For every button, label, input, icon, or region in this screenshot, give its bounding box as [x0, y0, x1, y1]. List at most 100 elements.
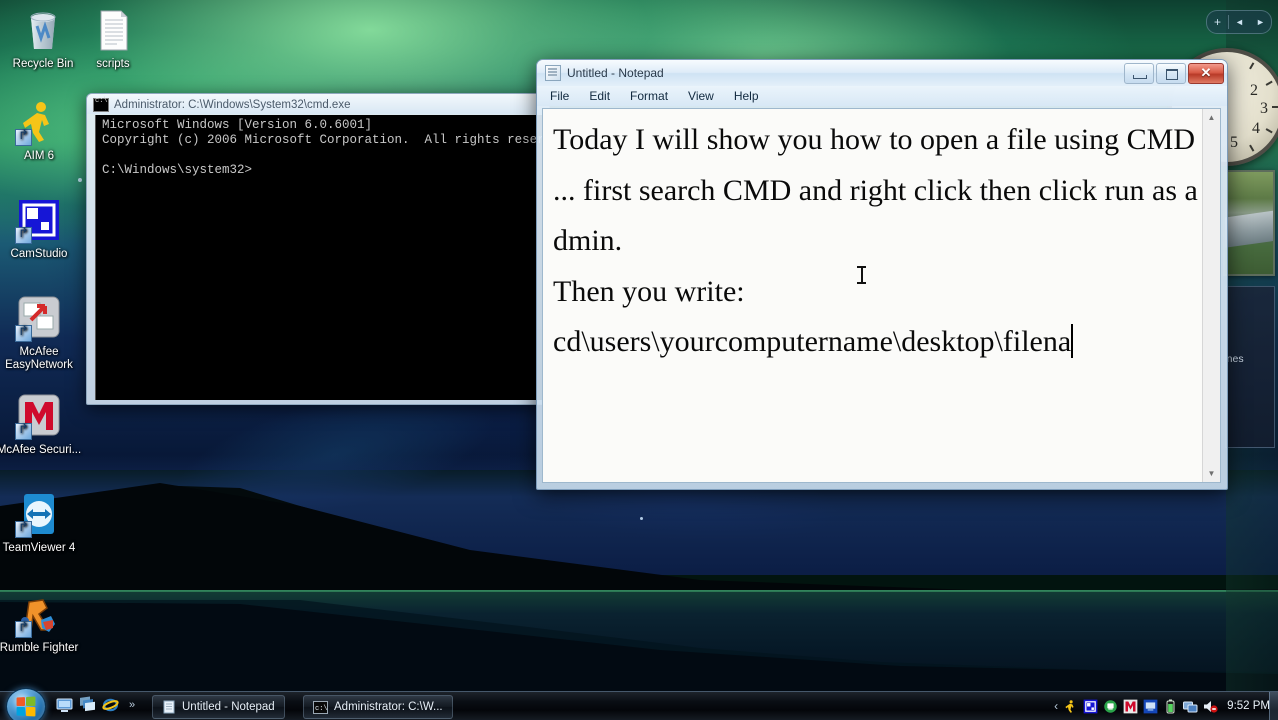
minimize-icon [1133, 75, 1147, 79]
menu-file[interactable]: File [547, 88, 572, 104]
windows-logo-icon [17, 696, 36, 716]
clock-numeral: 5 [1230, 134, 1238, 152]
notepad-titlebar[interactable]: Untitled - Notepad ✕ [537, 60, 1227, 86]
shortcut-overlay-icon [15, 423, 32, 440]
shortcut-overlay-icon [15, 325, 32, 342]
desktop-icon-label: TeamViewer 4 [0, 542, 82, 555]
network-icon[interactable] [1183, 699, 1198, 714]
close-icon: ✕ [1189, 64, 1223, 83]
flip3d-icon[interactable] [79, 696, 96, 713]
close-button[interactable]: ✕ [1188, 63, 1224, 84]
clock-tick [1266, 81, 1273, 86]
notepad-document-icon [545, 65, 561, 81]
notepad-document-icon [162, 700, 176, 714]
clock-numeral: 3 [1260, 100, 1268, 118]
mcafee-easynetwork-icon [15, 294, 63, 342]
clock-numeral: 2 [1250, 82, 1258, 100]
scroll-down-button[interactable]: ▼ [1203, 465, 1220, 482]
mcafee-security-icon [15, 392, 63, 440]
show-desktop-button[interactable] [1269, 692, 1278, 720]
mcafee-tray-icon[interactable] [1123, 699, 1138, 714]
cmd-titlebar[interactable]: Administrator: C:\Windows\System32\cmd.e… [87, 94, 549, 114]
desktop-icon-label: McAfee Securi... [0, 444, 82, 457]
previous-gadget-button[interactable]: ◄ [1229, 17, 1250, 27]
camstudio-tray-icon[interactable] [1083, 699, 1098, 714]
notepad-client-area: Today I will show you how to open a file… [542, 108, 1221, 483]
slideshow-photo [1223, 210, 1275, 248]
teamviewer-icon [15, 490, 63, 538]
sidebar-gadget-toolbar: + ◄ ► [1206, 10, 1272, 34]
taskbar-clock[interactable]: 9:52 PM [1227, 700, 1270, 712]
notepad-text-area[interactable]: Today I will show you how to open a file… [543, 109, 1202, 482]
minimize-button[interactable] [1124, 63, 1154, 84]
internet-explorer-icon[interactable] [102, 696, 119, 713]
quick-launch-bar: » [56, 696, 135, 713]
shortcut-overlay-icon [15, 129, 32, 146]
battery-icon[interactable] [1163, 699, 1178, 714]
start-button[interactable] [6, 688, 46, 720]
desktop-icon-teamviewer[interactable]: TeamViewer 4 [0, 490, 82, 555]
maximize-icon [1166, 69, 1178, 80]
notepad-menubar: File Edit Format View Help [537, 86, 1227, 106]
teamviewer-tray-icon[interactable] [1103, 699, 1118, 714]
text-document-icon [89, 6, 137, 54]
taskbar-button-label: Untitled - Notepad [182, 701, 275, 713]
notepad-scrollbar[interactable]: ▲ ▼ [1202, 109, 1220, 482]
taskbar-button-notepad[interactable]: Untitled - Notepad [152, 695, 285, 719]
shortcut-overlay-icon [15, 521, 32, 538]
camstudio-icon [15, 196, 63, 244]
quick-launch-overflow-icon[interactable]: » [129, 699, 135, 711]
water-reflection [0, 600, 1278, 692]
show-desktop-icon[interactable] [56, 696, 73, 713]
menu-edit[interactable]: Edit [586, 88, 613, 104]
tray-expand-icon[interactable]: ‹ [1054, 699, 1058, 713]
shortcut-overlay-icon [15, 227, 32, 244]
feed-headlines-gadget[interactable]: lines [1225, 286, 1275, 448]
window-controls: ✕ [1124, 63, 1224, 84]
clock-numeral: 4 [1252, 120, 1260, 138]
clock-tick [1249, 62, 1254, 69]
desktop-icon-label: CamStudio [0, 248, 82, 261]
clock-tick [1266, 128, 1273, 133]
volume-muted-icon[interactable] [1203, 699, 1218, 714]
desktop-icon-label: Rumble Fighter [0, 642, 82, 655]
network-center-tray-icon[interactable] [1143, 699, 1158, 714]
aim-tray-icon[interactable] [1063, 699, 1078, 714]
taskbar: » Untitled - Notepad c:\ Administrator: … [0, 691, 1278, 720]
taskbar-button-cmd[interactable]: c:\ Administrator: C:\W... [303, 695, 453, 719]
desktop-icon-scripts[interactable]: scripts [70, 6, 156, 71]
desktop-icon-mcafee-security[interactable]: McAfee Securi... [0, 392, 82, 457]
slideshow-gadget[interactable] [1223, 170, 1275, 276]
notepad-window[interactable]: Untitled - Notepad ✕ File Edit Format Vi… [536, 59, 1228, 490]
desktop-icon-camstudio[interactable]: CamStudio [0, 196, 82, 261]
desktop-icon-label: scripts [70, 58, 156, 71]
desktop-icon-label: McAfee EasyNetwork [0, 346, 82, 372]
rumble-fighter-icon [15, 590, 63, 638]
cmd-window[interactable]: Administrator: C:\Windows\System32\cmd.e… [86, 93, 550, 405]
system-tray: ‹ 9:52 PM [1054, 695, 1274, 717]
desktop-icon-rumble-fighter[interactable]: Rumble Fighter [0, 590, 82, 655]
svg-text:c:\: c:\ [315, 705, 328, 713]
aim-running-man-icon [15, 98, 63, 146]
desktop-icon-label: AIM 6 [0, 150, 82, 163]
add-gadget-button[interactable]: + [1207, 15, 1228, 29]
windows-sidebar: + ◄ ► 2 3 4 5 lines [1226, 0, 1278, 692]
scroll-up-button[interactable]: ▲ [1203, 109, 1220, 126]
cmd-console-icon: c:\ [313, 701, 328, 714]
desktop-icon-aim6[interactable]: AIM 6 [0, 98, 82, 163]
menu-help[interactable]: Help [731, 88, 762, 104]
text-caret [1071, 324, 1073, 358]
taskbar-button-label: Administrator: C:\W... [334, 701, 443, 713]
shortcut-overlay-icon [15, 621, 32, 638]
mouse-cursor-ibeam [857, 265, 866, 285]
menu-format[interactable]: Format [627, 88, 671, 104]
maximize-button[interactable] [1156, 63, 1186, 84]
desktop-icon-mcafee-easynetwork[interactable]: McAfee EasyNetwork [0, 294, 82, 372]
desktop-screen: Recycle Bin scripts AIM 6 [0, 0, 1278, 720]
clock-tick [1249, 145, 1254, 152]
menu-view[interactable]: View [685, 88, 717, 104]
notepad-title-text: Untitled - Notepad [567, 66, 664, 80]
cmd-console-output[interactable]: Microsoft Windows [Version 6.0.6001] Cop… [95, 115, 550, 400]
cmd-title-text: Administrator: C:\Windows\System32\cmd.e… [114, 99, 350, 111]
next-gadget-button[interactable]: ► [1250, 17, 1271, 27]
